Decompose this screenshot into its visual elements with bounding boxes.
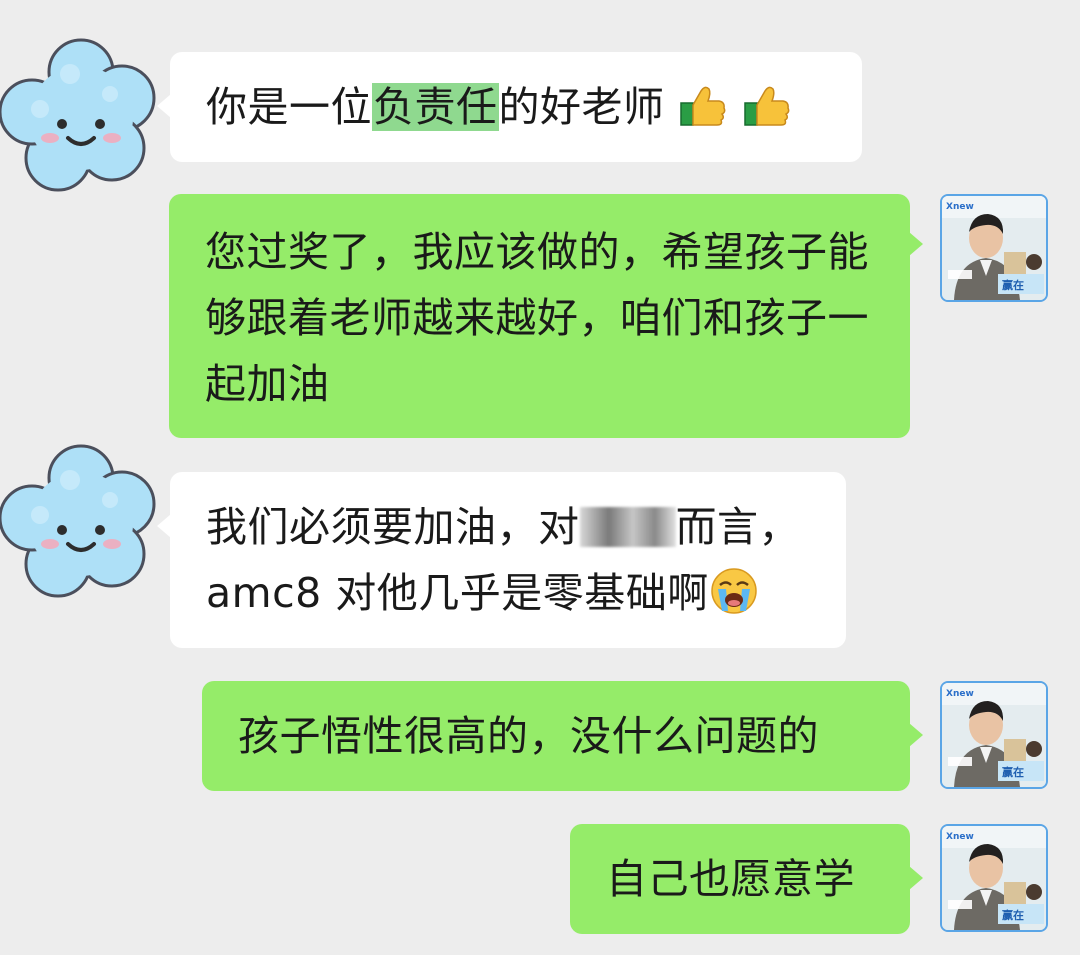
teacher-photo-avatar[interactable] xyxy=(940,194,1048,302)
bubble-tail xyxy=(909,723,923,747)
message-row: 你是一位负责任的好老师 xyxy=(0,20,1080,192)
message-row: 孩子悟性很高的，没什么问题的 xyxy=(0,676,1080,796)
cloud-avatar[interactable] xyxy=(0,440,162,602)
message-row: 我们必须要加油，对 而言，amc8 对他几乎是零基础啊 xyxy=(0,440,1080,660)
message-row: 自己也愿意学 xyxy=(0,820,1080,940)
highlighted-text: 负责任 xyxy=(372,83,499,131)
bubble-tail xyxy=(909,232,923,256)
loudly-crying-face-icon xyxy=(710,567,757,615)
message-bubble[interactable]: 你是一位负责任的好老师 xyxy=(157,52,862,162)
message-text: 你是一位 xyxy=(206,83,372,131)
teacher-photo-avatar[interactable] xyxy=(940,824,1048,932)
cloud-avatar[interactable] xyxy=(0,34,162,196)
message-bubble[interactable]: 您过奖了，我应该做的，希望孩子能够跟着老师越来越好，咱们和孩子一起加油 xyxy=(169,194,923,438)
bubble-tail xyxy=(157,94,171,118)
message-text: 我们必须要加油，对 xyxy=(206,503,580,551)
redacted-name xyxy=(579,507,676,547)
teacher-photo-avatar[interactable] xyxy=(940,681,1048,789)
message-bubble[interactable]: 自己也愿意学 xyxy=(570,824,923,934)
message-text: 您过奖了，我应该做的，希望孩子能够跟着老师越来越好，咱们和孩子一起加油 xyxy=(205,228,869,408)
thumbs-up-icon xyxy=(680,86,726,126)
message-row: 您过奖了，我应该做的，希望孩子能够跟着老师越来越好，咱们和孩子一起加油 xyxy=(0,190,1080,440)
message-text: 的好老师 xyxy=(498,83,665,131)
thumbs-up-icon xyxy=(743,86,790,126)
message-bubble[interactable]: 我们必须要加油，对 而言，amc8 对他几乎是零基础啊 xyxy=(157,472,846,648)
message-bubble[interactable]: 孩子悟性很高的，没什么问题的 xyxy=(202,681,923,791)
message-text: 孩子悟性很高的，没什么问题的 xyxy=(238,712,819,760)
bubble-tail xyxy=(909,866,923,890)
bubble-tail xyxy=(157,514,171,538)
message-text: 自己也愿意学 xyxy=(606,855,855,903)
